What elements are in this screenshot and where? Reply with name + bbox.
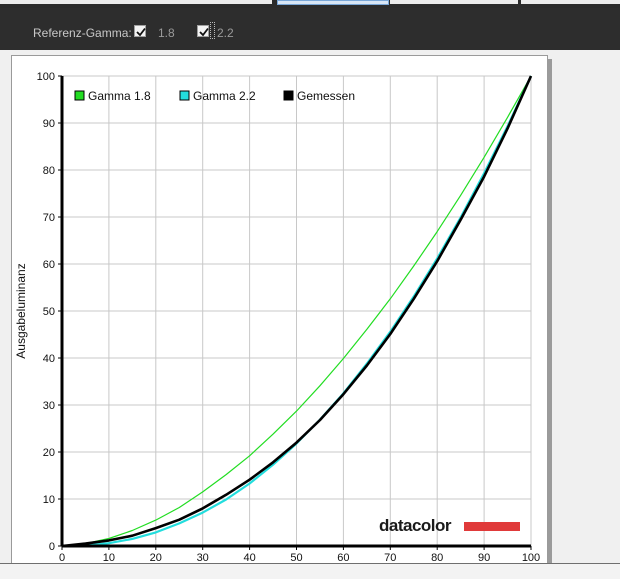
legend-label: Gamma 1.8 (88, 89, 151, 103)
y-tick-label: 100 (37, 71, 55, 83)
tab-stub-active[interactable] (277, 0, 389, 5)
gamma-2-2-label: 2.2 (217, 26, 234, 40)
y-tick-label: 30 (43, 400, 55, 412)
gamma-2-2-checkbox[interactable] (197, 25, 209, 37)
y-axis-label: Ausgabeluminanz (14, 263, 28, 358)
y-tick-label: 90 (43, 118, 55, 130)
chart-panel: 0 10 20 30 40 50 60 70 80 90 100 0 10 20 30 40 50 60 70 80 9… (11, 55, 548, 565)
gamma-curve-chart: 0 10 20 30 40 50 60 70 80 90 100010203040506070809… (14, 71, 541, 564)
tab-stub[interactable] (521, 0, 620, 4)
window-top-strip (0, 0, 620, 8)
logo-text: datacolor (379, 516, 452, 535)
reference-gamma-label: Referenz-Gamma: (33, 26, 132, 40)
y-tick-label: 50 (43, 306, 55, 318)
legend-swatch (74, 90, 85, 101)
tab-stub[interactable] (0, 0, 272, 4)
focus-indicator (210, 22, 215, 39)
gamma-1-8-label: 1.8 (158, 26, 175, 40)
axis-ticks: 0 10 20 30 40 50 60 70 80 90 100010203040506070809… (37, 71, 541, 564)
y-tick-label: 10 (43, 494, 55, 506)
bottom-bar (0, 563, 620, 579)
reference-gamma-toolbar: Referenz-Gamma: 1.8 2.2 (0, 8, 620, 50)
y-tick-label: 70 (43, 212, 55, 224)
y-tick-label: 60 (43, 259, 55, 271)
legend-swatch (179, 90, 190, 101)
legend-swatch (283, 90, 294, 101)
legend-label: Gemessen (297, 89, 355, 103)
legend: Gamma 1.8 Gamma 2.2 Gemessen (74, 89, 355, 103)
y-tick-label: 40 (43, 353, 55, 365)
grid (62, 75, 532, 546)
checkmark-icon (199, 27, 209, 37)
legend-label: Gamma 2.2 (193, 89, 256, 103)
gamma-1-8-checkbox[interactable] (134, 25, 146, 37)
logo-bar (464, 522, 520, 531)
y-tick-label: 0 (49, 541, 55, 553)
tab-stub[interactable] (390, 0, 518, 4)
y-tick-label: 20 (43, 447, 55, 459)
checkmark-icon (136, 27, 146, 37)
datacolor-logo: datacolor (379, 516, 520, 535)
y-tick-label: 80 (43, 165, 55, 177)
